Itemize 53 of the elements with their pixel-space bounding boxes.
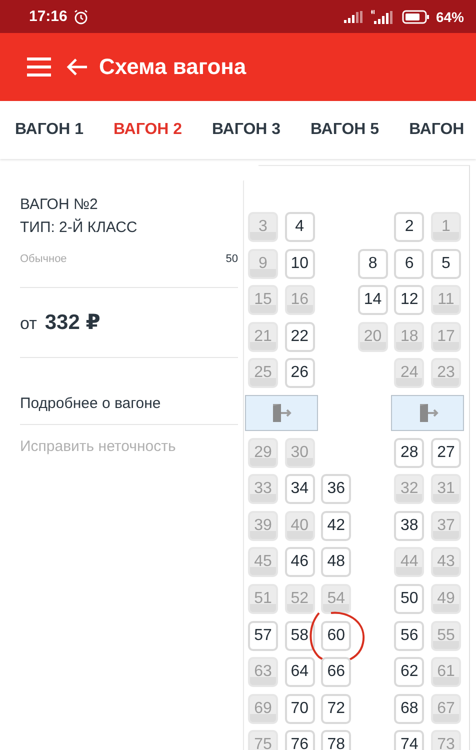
- screen-title: Схема вагона: [99, 54, 246, 80]
- signal-icon: [344, 10, 364, 22]
- seat-button[interactable]: 5: [430, 248, 461, 279]
- car-tab[interactable]: ВАГОН: [394, 121, 476, 139]
- seat-count: 50: [226, 253, 238, 265]
- seat-button[interactable]: 60: [321, 620, 352, 651]
- battery-icon: [402, 10, 430, 24]
- clock-time: 17:16: [29, 8, 68, 25]
- seat-button[interactable]: 48: [321, 547, 352, 578]
- seat-button[interactable]: 36: [321, 474, 352, 504]
- car-tab[interactable]: ВАГОН 2: [98, 121, 198, 139]
- price-value: 332 ₽: [44, 310, 100, 335]
- seat-button[interactable]: 56: [394, 620, 424, 651]
- car-tab[interactable]: ВАГОН 1: [0, 121, 99, 139]
- seat-button[interactable]: 62: [394, 657, 424, 688]
- seat-button[interactable]: 8: [358, 248, 388, 279]
- seat-button[interactable]: 12: [394, 285, 424, 316]
- seat-button[interactable]: 66: [321, 657, 352, 688]
- exit-door-icon: [270, 402, 292, 424]
- menu-icon[interactable]: [27, 57, 51, 77]
- price-prefix: от: [20, 314, 37, 334]
- seat-button[interactable]: 68: [394, 694, 424, 724]
- seat-type-label: Обычное: [20, 253, 67, 265]
- seat-button[interactable]: 22: [284, 322, 315, 352]
- seat-button[interactable]: 46: [284, 547, 315, 578]
- car-tab[interactable]: ВАГОН 5: [296, 121, 394, 139]
- battery-level: 64%: [436, 8, 464, 24]
- seat-button[interactable]: 70: [284, 694, 315, 724]
- seat-button[interactable]: 78: [321, 730, 352, 750]
- back-arrow-icon[interactable]: [66, 58, 88, 76]
- seat-button[interactable]: 38: [394, 510, 424, 541]
- seat-button[interactable]: 57: [248, 620, 278, 651]
- car-class: ТИП: 2-Й КЛАСС: [20, 218, 138, 238]
- seat-button[interactable]: 2: [394, 212, 424, 242]
- seat-button[interactable]: 50: [394, 584, 424, 614]
- car-number: ВАГОН №2: [20, 195, 99, 215]
- seat-button[interactable]: 42: [321, 510, 352, 541]
- seat-button[interactable]: 28: [394, 438, 424, 468]
- seat-button[interactable]: 27: [430, 438, 461, 468]
- seat-button[interactable]: 58: [284, 620, 315, 651]
- seat-button[interactable]: 14: [358, 285, 388, 316]
- seat-button[interactable]: 6: [394, 248, 424, 279]
- seat-button[interactable]: 64: [284, 657, 315, 688]
- seat-button[interactable]: 4: [284, 212, 315, 242]
- seat-button[interactable]: 74: [394, 730, 424, 750]
- car-details-link[interactable]: Подробнее о вагоне: [20, 395, 238, 412]
- seat-button[interactable]: 76: [284, 730, 315, 750]
- seat-button[interactable]: 10: [284, 248, 315, 279]
- seat-button[interactable]: 26: [284, 358, 315, 388]
- car-tab[interactable]: ВАГОН 3: [197, 121, 296, 139]
- seat-button[interactable]: 34: [284, 474, 315, 504]
- alarm-icon: [73, 8, 90, 24]
- seat-button[interactable]: 72: [321, 694, 352, 724]
